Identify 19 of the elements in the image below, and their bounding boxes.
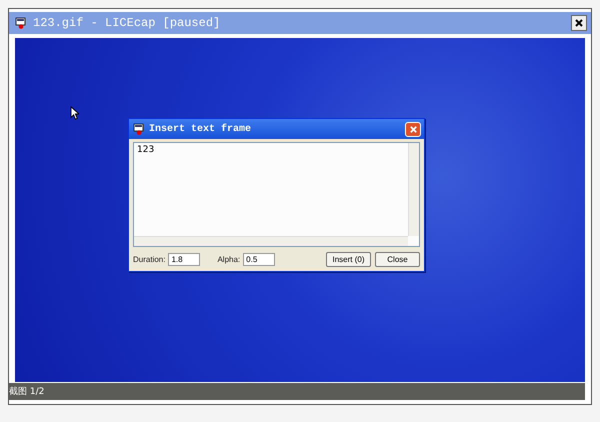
alpha-field[interactable]: 0.5	[243, 253, 276, 266]
duration-field[interactable]: 1.8	[168, 253, 200, 266]
text-area[interactable]: 123	[133, 142, 420, 247]
horizontal-scrollbar[interactable]	[134, 236, 408, 246]
mouse-pointer-icon	[70, 106, 79, 120]
close-icon	[408, 124, 418, 134]
dialog-title: Insert text frame	[149, 124, 252, 134]
app-icon	[15, 17, 27, 29]
insert-button[interactable]: Insert (0)	[326, 252, 371, 267]
close-button[interactable]	[571, 15, 587, 31]
close-button[interactable]: Close	[375, 252, 420, 267]
text-value: 123	[136, 144, 156, 157]
app-icon	[133, 123, 145, 135]
duration-label: Duration:	[133, 255, 166, 264]
close-icon	[574, 18, 584, 28]
status-text: 截图 1/2	[9, 386, 44, 398]
window-title: 123.gif - LICEcap [paused]	[33, 16, 222, 30]
vertical-scrollbar[interactable]	[408, 143, 419, 236]
alpha-label: Alpha:	[217, 255, 240, 264]
